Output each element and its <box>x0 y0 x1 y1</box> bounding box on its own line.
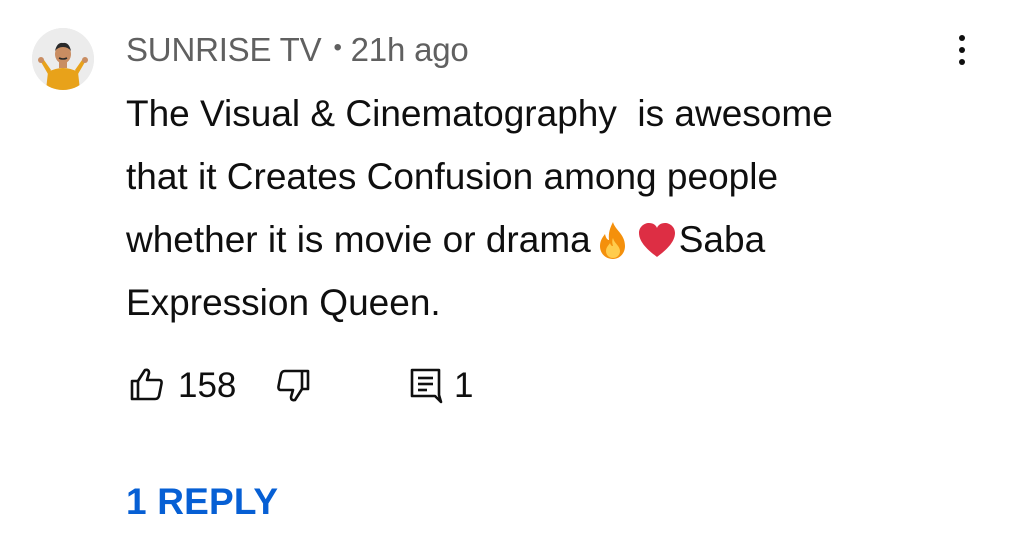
view-replies-link[interactable]: 1 REPLY <box>126 480 278 524</box>
comment-meta: SUNRISE TV • 21h ago <box>126 30 469 70</box>
red-heart-emoji <box>635 220 679 260</box>
dislike-button[interactable] <box>274 366 314 406</box>
thumbs-down-icon <box>277 369 310 402</box>
more-vert-icon-dot <box>959 47 965 53</box>
meta-separator: • <box>333 34 342 61</box>
reply-count: 1 <box>454 366 474 405</box>
comment-timestamp[interactable]: 21h ago <box>351 31 469 69</box>
avatar-image <box>32 28 94 90</box>
more-vert-icon-dot <box>959 35 965 41</box>
thumbs-up-icon <box>130 368 163 401</box>
comment-card: SUNRISE TV • 21h ago The Visual & Cinema… <box>0 0 1024 556</box>
comment-actions: 158 1 <box>126 360 726 410</box>
author-avatar[interactable] <box>32 28 94 90</box>
comment-text: The Visual & Cinematography is awesome t… <box>126 82 966 334</box>
like-button[interactable] <box>126 364 166 404</box>
more-options-button[interactable] <box>944 28 980 72</box>
comment-reply-icon <box>410 368 443 404</box>
more-vert-icon-dot <box>959 59 965 65</box>
fire-emoji <box>591 220 635 260</box>
author-name[interactable]: SUNRISE TV <box>126 31 322 69</box>
like-count: 158 <box>178 366 237 405</box>
reply-button[interactable] <box>408 366 444 406</box>
